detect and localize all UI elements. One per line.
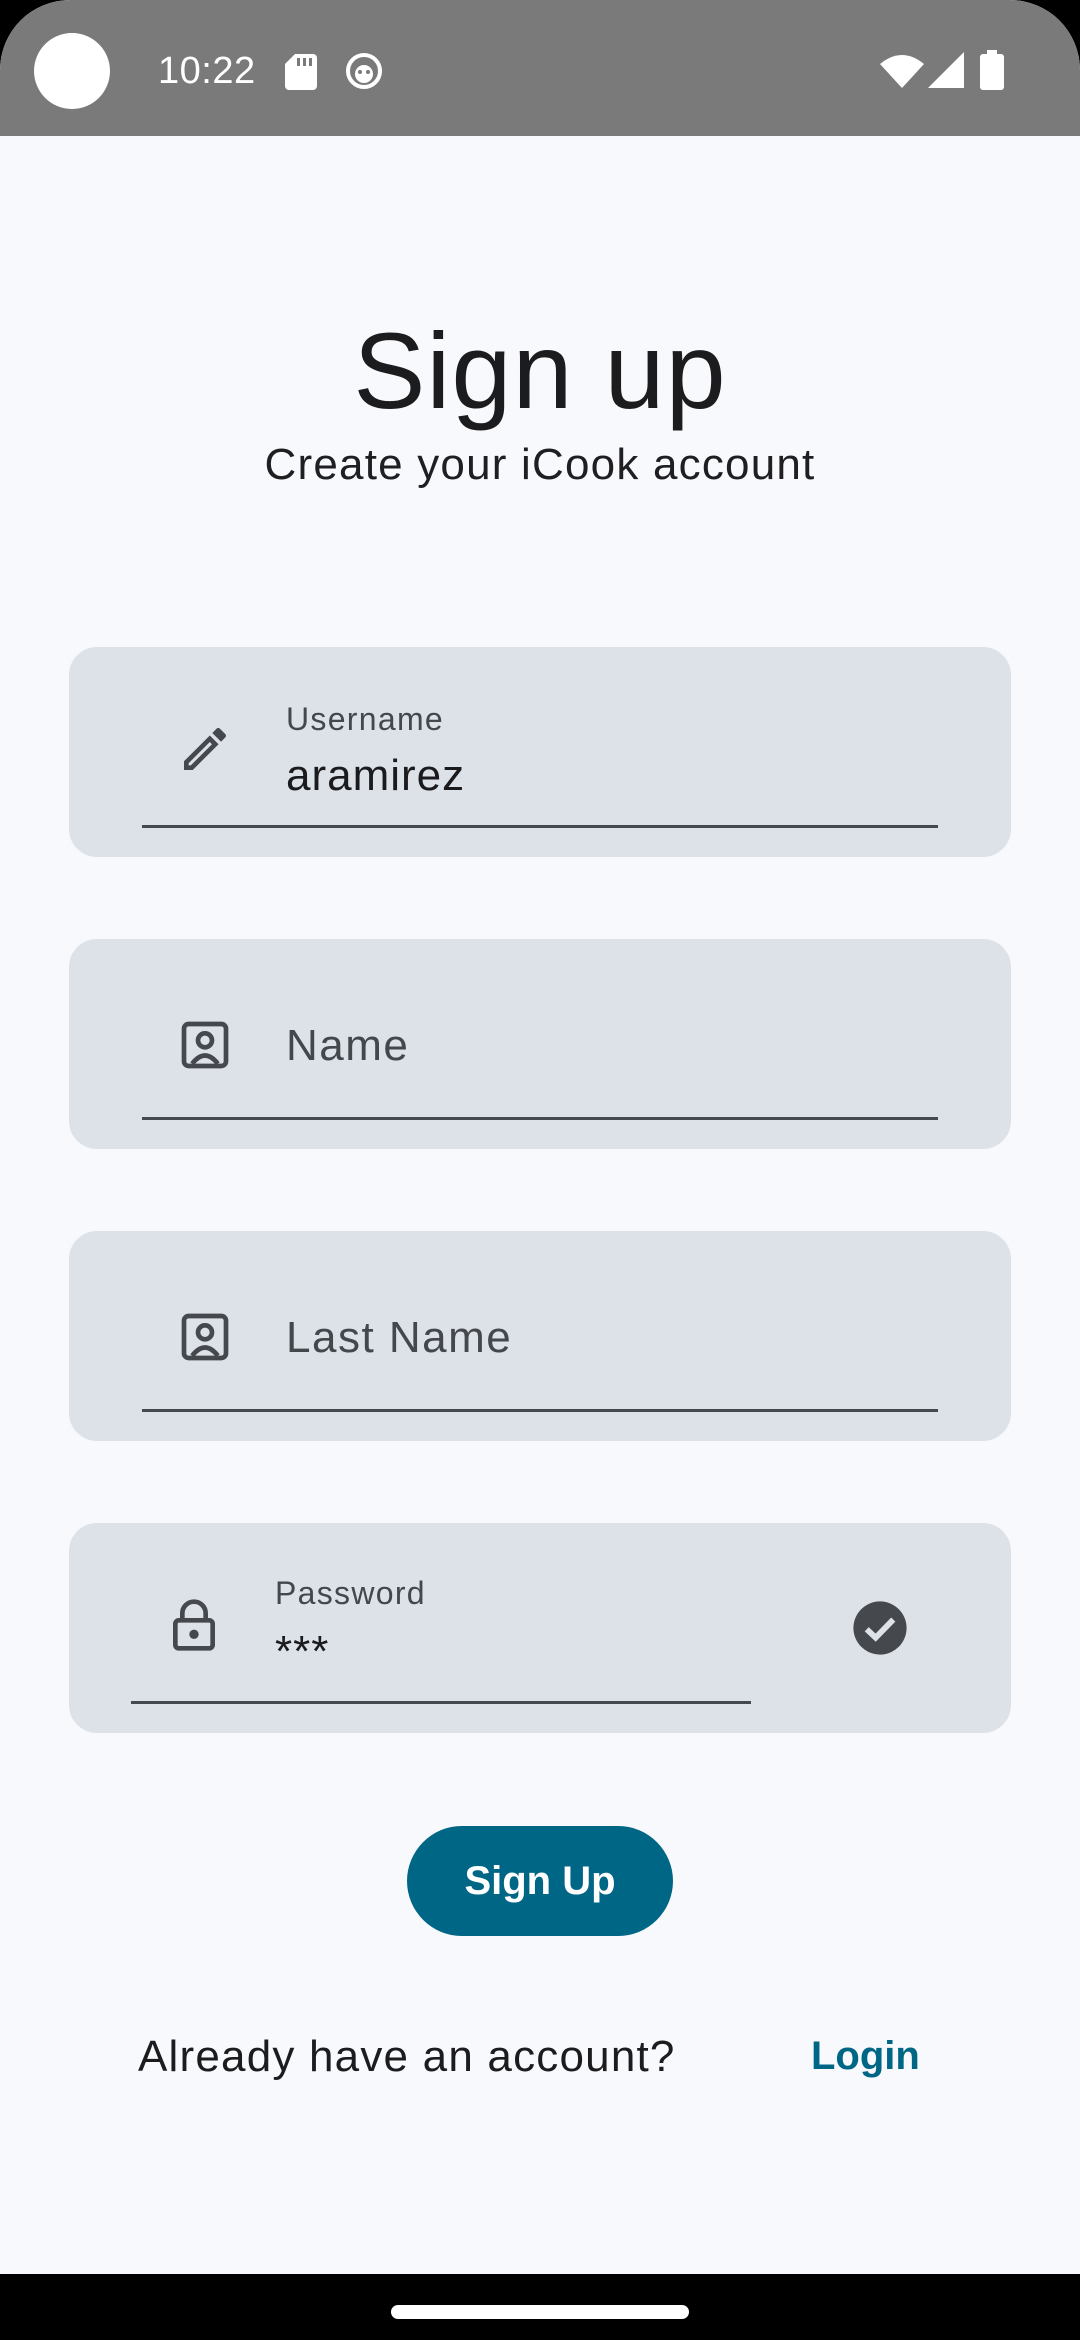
last-name-field[interactable]: Last Name (69, 1231, 1011, 1441)
lock-icon (173, 1599, 215, 1651)
sign-up-button[interactable]: Sign Up (407, 1826, 673, 1936)
password-label: Password (275, 1575, 426, 1611)
status-bar: 10:22 (0, 0, 1080, 136)
battery-icon (980, 50, 1004, 90)
last-name-underline (142, 1409, 938, 1412)
status-time: 10:22 (158, 50, 256, 92)
wifi-icon (880, 55, 924, 88)
username-label: Username (286, 701, 445, 737)
pencil-icon (184, 727, 227, 770)
name-underline (142, 1117, 938, 1120)
login-link[interactable]: Login (811, 2034, 920, 2079)
page-subtitle: Create your iCook account (264, 440, 816, 489)
home-indicator[interactable] (391, 2305, 689, 2319)
name-placeholder: Name (286, 1021, 410, 1070)
camera-cutout (34, 33, 110, 109)
name-field[interactable]: Name (69, 939, 1011, 1149)
username-value: aramirez (286, 751, 466, 800)
signal-icon (928, 52, 964, 88)
password-underline (131, 1701, 751, 1704)
face-icon (346, 53, 382, 89)
last-name-placeholder: Last Name (286, 1313, 513, 1362)
page-title: Sign up (353, 310, 727, 431)
contact-portrait-icon (181, 1021, 229, 1069)
screen: 10:22 Sign up Create your iCook account (0, 0, 1080, 2340)
check-circle-icon[interactable] (851, 1599, 909, 1657)
already-have-account-text: Already have an account? (138, 2032, 676, 2081)
contact-portrait-icon (181, 1313, 229, 1361)
password-value: *** (275, 1627, 330, 1676)
username-underline (142, 825, 938, 828)
username-field[interactable]: Username aramirez (69, 647, 1011, 857)
sd-card-icon (285, 54, 317, 90)
password-field[interactable]: Password *** (69, 1523, 1011, 1733)
